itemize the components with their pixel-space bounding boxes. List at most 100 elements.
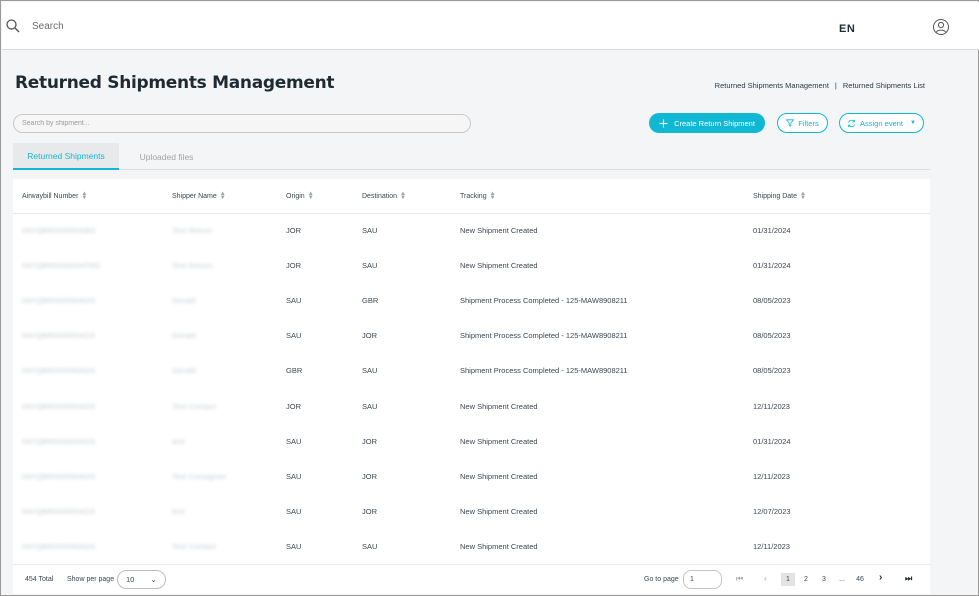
cell-shipping-date: 12/11/2023 xyxy=(753,401,790,411)
table-row[interactable]: 0AYQBR000000ADS Gerald SAU GBR Shipment Proc… xyxy=(13,283,930,318)
per-page-value: 10 xyxy=(126,575,135,584)
cell-airwaybill: 0AYQBR000000ADS xyxy=(22,331,96,341)
cell-shipping-date: 12/11/2023 xyxy=(753,471,790,481)
create-return-shipment-button[interactable]: Create Return Shipment xyxy=(649,113,765,133)
sort-icon[interactable]: ▲ ▼ xyxy=(490,191,496,201)
tab-returned-shipments[interactable]: Returned Shipments xyxy=(13,143,119,170)
cell-tracking: New Shipment Created xyxy=(460,436,538,446)
goto-page-input[interactable]: 1 xyxy=(683,570,722,589)
cell-destination: SAU xyxy=(362,226,378,236)
cell-destination: JOR xyxy=(362,471,377,481)
assign-event-button[interactable]: Assign event ▼ xyxy=(839,113,924,133)
table-row[interactable]: 0AYQBR000000ADS Gerald SAU JOR Shipment Proc… xyxy=(13,318,930,353)
page-number-2[interactable]: 2 xyxy=(799,573,813,586)
sort-icon[interactable]: ▲ ▼ xyxy=(81,191,87,201)
tab-uploaded-files[interactable]: Uploaded files xyxy=(119,143,214,170)
last-page-icon[interactable]: ⏭ xyxy=(905,574,912,584)
breadcrumb-item-management[interactable]: Returned Shipments Management xyxy=(715,81,829,90)
cell-tracking: New Shipment Created xyxy=(460,506,538,516)
app-frame: EN Returned Shipments Management Returne… xyxy=(0,0,979,596)
user-avatar-icon[interactable] xyxy=(932,18,950,36)
cell-shipping-date: 08/05/2023 xyxy=(753,366,791,376)
cell-origin: JOR xyxy=(286,401,301,411)
cell-origin: SAU xyxy=(286,471,302,481)
shipment-search-input[interactable] xyxy=(13,114,471,133)
sync-icon xyxy=(848,119,855,127)
table-row[interactable]: 0AYQBR000000ADS Test Contact JOR SAU New Shi… xyxy=(13,388,930,423)
column-header-destination[interactable]: Destination ▲ ▼ xyxy=(353,179,451,214)
table-row[interactable]: 0AYQBR000000ADS Test Consignee SAU JOR New S… xyxy=(13,459,930,494)
language-selector[interactable]: EN xyxy=(839,23,855,35)
cell-shipping-date: 12/11/2023 xyxy=(753,541,790,551)
cell-destination: JOR xyxy=(362,506,377,516)
cell-origin: SAU xyxy=(286,541,302,551)
cell-shipper-name: Gerald xyxy=(172,331,196,341)
cell-shipping-date: 08/05/2023 xyxy=(753,331,791,341)
cell-destination: SAU xyxy=(362,261,378,271)
sort-icon[interactable]: ▲ ▼ xyxy=(800,191,806,201)
cell-airwaybill: 0AYQBR000000ADS xyxy=(22,296,96,306)
column-header-shipper[interactable]: Shipper Name ▲ ▼ xyxy=(163,179,277,214)
cell-shipping-date: 08/05/2023 xyxy=(753,296,791,306)
cell-origin: SAU xyxy=(286,506,302,516)
filters-button[interactable]: Filters xyxy=(777,113,828,133)
sort-icon[interactable]: ▲ ▼ xyxy=(400,191,406,201)
chevron-down-icon: ⌄ xyxy=(150,575,157,584)
cell-shipper-name: Gerald xyxy=(172,296,196,306)
per-page-select[interactable]: 10 ⌄ xyxy=(117,570,166,589)
cell-tracking: New Shipment Created xyxy=(460,541,538,551)
cell-airwaybill: 0AYQBR000000ADS xyxy=(22,541,96,551)
cell-shipper-name: test xyxy=(172,436,185,446)
cell-airwaybill: 0AYQBR000000ADS xyxy=(22,506,96,516)
next-page-icon[interactable]: › xyxy=(879,572,882,583)
column-header-tracking[interactable]: Tracking ▲ ▼ xyxy=(451,179,744,214)
breadcrumb: Returned Shipments Management | Returned S… xyxy=(715,81,925,90)
table-row[interactable]: 0AYQBR000000ADS Gerald GBR SAU Shipment Proc… xyxy=(13,353,930,388)
cell-origin: JOR xyxy=(286,261,301,271)
page-ellipsis: ... xyxy=(839,576,845,583)
global-search-input[interactable] xyxy=(24,16,324,36)
cell-tracking: New Shipment Created xyxy=(460,226,538,236)
cell-shipper-name: Test Consignee xyxy=(172,471,227,481)
page-number-1[interactable]: 1 xyxy=(781,573,795,586)
filters-button-label: Filters xyxy=(798,118,819,128)
create-button-label: Create Return Shipment xyxy=(674,118,755,128)
cell-shipping-date: 01/31/2024 xyxy=(753,261,791,271)
cell-shipping-date: 01/31/2024 xyxy=(753,436,791,446)
total-count: 454 Total xyxy=(25,576,54,583)
cell-destination: JOR xyxy=(362,331,377,341)
cell-shipper-name: Test Return xyxy=(172,226,213,236)
breadcrumb-item-list[interactable]: Returned Shipments List xyxy=(843,81,925,90)
cell-airwaybill: 0AYQBR000000ADS xyxy=(22,366,96,376)
table-row[interactable]: 0AYQBR000000ADS Test Contact SAU SAU New Shi… xyxy=(13,529,930,564)
column-header-airwaybill[interactable]: Airwaybill Number ▲ ▼ xyxy=(13,179,163,214)
plus-icon xyxy=(659,119,668,127)
page-number-3[interactable]: 3 xyxy=(817,573,831,586)
cell-origin: GBR xyxy=(286,366,303,376)
prev-page-icon[interactable]: ‹ xyxy=(764,574,767,583)
table-body: 0AYQBR000000ABG Test Return JOR SAU New Ship… xyxy=(13,213,930,564)
column-header-shipping-date[interactable]: Shipping Date ▲ ▼ xyxy=(744,179,930,214)
shipments-table-card: Airwaybill Number ▲ ▼ Shipper Name ▲ ▼ Origi… xyxy=(13,179,930,564)
shipments-table: Airwaybill Number ▲ ▼ Shipper Name ▲ ▼ Origi… xyxy=(13,179,930,564)
sort-icon[interactable]: ▲ ▼ xyxy=(308,191,314,201)
cell-origin: JOR xyxy=(286,226,301,236)
cell-shipping-date: 01/31/2024 xyxy=(753,226,791,236)
column-header-origin[interactable]: Origin ▲ ▼ xyxy=(277,179,353,214)
cell-tracking: New Shipment Created xyxy=(460,261,538,271)
first-page-icon[interactable]: ⏮ xyxy=(736,574,743,584)
cell-shipper-name: Test Contact xyxy=(172,541,217,551)
cell-origin: SAU xyxy=(286,296,302,306)
table-footer: 454 Total Show per page 10 ⌄ Go to page … xyxy=(13,564,930,594)
table-row[interactable]: 0AYQBR000000ADS test SAU JOR New Shipment Cr… xyxy=(13,494,930,529)
page-number-last[interactable]: 46 xyxy=(853,573,867,586)
sort-icon[interactable]: ▲ ▼ xyxy=(220,191,226,201)
tab-bar: Returned Shipments Uploaded files xyxy=(13,143,930,170)
page-title: Returned Shipments Management xyxy=(15,73,335,93)
search-icon[interactable] xyxy=(5,18,21,34)
table-row[interactable]: 0AYQBR000000ATRG Test Return JOR SAU New Shi… xyxy=(13,248,930,283)
table-row[interactable]: 0AYQBR000000ABG Test Return JOR SAU New Ship… xyxy=(13,213,930,248)
table-row[interactable]: 0AYQBR000000ADS test SAU JOR New Shipment Cr… xyxy=(13,424,930,459)
cell-tracking: Shipment Process Completed - 125-MAW8908… xyxy=(460,366,628,376)
cell-airwaybill: 0AYQBR000000ATRG xyxy=(22,261,101,271)
